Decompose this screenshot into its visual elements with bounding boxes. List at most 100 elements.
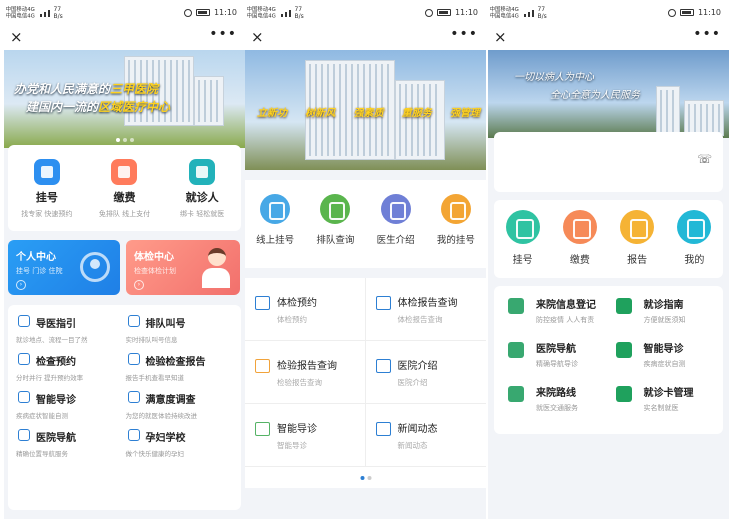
service-item[interactable]: 满意度调查为您的就医体验持续改进	[126, 387, 236, 425]
checkup-center-card[interactable]: 体检中心 检查体检计划 ›	[126, 240, 240, 295]
quick-action-item[interactable]: 缴费	[562, 210, 597, 278]
grid-item-sub: 智能导诊	[277, 441, 307, 450]
service-sub: 疾病症状智能自测	[16, 412, 68, 420]
net-speed: 77 B/s	[537, 6, 547, 20]
battery-icon	[436, 9, 451, 16]
quick-action-title: 挂号	[512, 255, 533, 266]
id-card-icon	[189, 159, 216, 185]
service-item[interactable]: 医院导航 精确位置导航服务	[16, 425, 126, 463]
service-icon	[615, 386, 632, 402]
service-icon	[615, 298, 632, 314]
status-time: 11:10	[213, 8, 237, 17]
service-title: 就诊卡管理	[643, 388, 694, 399]
quick-action-title: 缴费	[113, 191, 136, 204]
grid-item[interactable]: 检验报告查询 检验报告查询	[245, 341, 366, 404]
close-icon[interactable]: ×	[494, 28, 507, 46]
quick-action-item[interactable]: 报告	[620, 210, 655, 278]
quick-action-item[interactable]: 线上挂号	[256, 194, 294, 268]
quick-action-item[interactable]: 我的	[677, 210, 712, 278]
signal-icon	[524, 9, 535, 17]
more-icon[interactable]: •••	[209, 26, 237, 42]
service-icon	[18, 429, 30, 441]
service-item[interactable]: 来院信息登记 防控疫情 人人有责	[508, 296, 616, 340]
service-item[interactable]: 导医指引 就诊地点、流程一目了然	[16, 311, 126, 349]
grid-pager	[360, 476, 371, 480]
service-title: 来院信息登记	[536, 300, 596, 311]
more-icon[interactable]: •••	[450, 26, 478, 42]
service-icon	[18, 315, 30, 327]
more-icon[interactable]: •••	[693, 26, 721, 42]
grid-item[interactable]: 体检预约 体检预约	[245, 278, 366, 341]
service-item[interactable]: 就诊指南 方便就医须知	[615, 296, 724, 340]
banner-slogan: 树新风	[305, 108, 336, 119]
service-item[interactable]: 智能导诊 疾病症状自测	[615, 340, 724, 384]
personal-center-card[interactable]: 个人中心 挂号 门诊 住院 ›	[8, 240, 120, 295]
my-register-icon	[440, 194, 471, 224]
quick-action-payment[interactable]: 缴费 免排队 线上支付	[89, 159, 159, 231]
quick-action-register[interactable]: 挂号 找专家 快速预约	[12, 159, 82, 231]
carrier-info: 中国移动4G 中国电信4G	[5, 6, 35, 20]
hero-banner[interactable]: 一切以病人为中心 全心全意为人民服务	[488, 50, 729, 138]
quick-action-patient[interactable]: 就诊人 绑卡 轻松就医	[167, 159, 237, 231]
service-item[interactable]: 来院路线 就医交通服务	[508, 384, 616, 428]
grid-item-title: 体检预约	[277, 298, 317, 309]
service-sub: 为您的就医体验持续改进	[125, 412, 198, 420]
close-icon[interactable]: ×	[251, 28, 264, 46]
service-item[interactable]: 排队叫号实时排队叫号信息	[126, 311, 236, 349]
close-icon[interactable]: ×	[10, 28, 23, 46]
service-icon	[127, 391, 140, 403]
carrier-info: 中国移动4G 中国电信4G	[489, 6, 519, 20]
wallet-icon	[111, 159, 138, 185]
grid-item[interactable]: 体检报告查询 体检报告查询	[365, 278, 486, 341]
report-icon	[375, 422, 391, 436]
service-sub: 实时排队叫号信息	[125, 336, 178, 344]
arrow-right-icon: ›	[16, 280, 26, 290]
grid-item[interactable]: 智能导诊 智能导诊	[245, 404, 366, 467]
hero-banner[interactable]: 立新功 树新风 强素质 重服务 强管理	[245, 50, 486, 170]
banner-line-1: 一切以病人为中心	[514, 72, 594, 83]
service-item[interactable]: 检查预约 分时并行 提升预约效率	[16, 349, 126, 387]
grid-item[interactable]: 新闻动态 新闻动态	[365, 404, 486, 467]
hero-banner[interactable]: 办党和人民满意的三甲医院 建国内一流的区域医疗中心	[4, 50, 245, 148]
signal-icon	[40, 9, 51, 17]
quick-action-item[interactable]: 挂号	[505, 210, 540, 278]
nurse-illustration	[202, 248, 232, 290]
service-icon	[508, 386, 524, 402]
quick-action-item[interactable]: 医生介绍	[377, 194, 415, 268]
nav-bar: × •••	[4, 26, 245, 50]
service-item[interactable]: 检验检查报告 报告手机查看早知道	[126, 349, 236, 387]
grid-item-title: 体检报告查询	[397, 298, 458, 309]
phone-register-icon	[260, 194, 291, 224]
quick-action-item[interactable]: 我的挂号	[437, 194, 475, 268]
banner-pager	[115, 138, 134, 142]
phone-icon[interactable]: ☏	[697, 152, 712, 166]
grid-item-sub: 新闻动态	[397, 441, 428, 450]
service-icon	[127, 429, 140, 441]
service-item[interactable]: 医院导航 精确导航导诊	[508, 340, 616, 384]
status-bar: 中国移动4G 中国电信4G 77 B/s 11:10	[245, 0, 486, 26]
quick-action-title: 我的	[684, 255, 705, 266]
banner-line-2: 全心全意为人民服务	[550, 90, 640, 101]
grid-item-sub: 医院介绍	[397, 378, 428, 387]
report-icon	[375, 296, 391, 310]
service-item[interactable]: 孕妇学校 做个快乐健康的孕妇	[126, 425, 236, 463]
service-title: 满意度调查	[145, 395, 196, 406]
banner-slogan: 立新功	[257, 108, 287, 119]
screen-home-2: 中国移动4G 中国电信4G 77 B/s 11:10 × ••• 立新功 树新风 强…	[245, 0, 486, 519]
signal-icon	[281, 9, 292, 17]
quick-action-title: 医生介绍	[376, 235, 415, 246]
battery-icon	[679, 9, 694, 16]
alarm-icon	[183, 8, 192, 17]
quick-action-item[interactable]: 排队查询	[316, 194, 354, 268]
net-speed: 77 B/s	[53, 6, 63, 20]
grid-item[interactable]: 医院介绍 医院介绍	[365, 341, 486, 404]
service-item[interactable]: 就诊卡管理 实名制就医	[615, 384, 724, 428]
alarm-icon	[424, 8, 433, 17]
report-icon	[255, 359, 270, 373]
banner-slogan: 强管理	[450, 108, 480, 119]
nav-bar: × •••	[488, 26, 729, 50]
quick-action-title: 挂号	[35, 191, 58, 204]
carrier-info: 中国移动4G 中国电信4G	[246, 6, 276, 20]
service-title: 排队叫号	[145, 319, 186, 330]
service-item[interactable]: 智能导诊 疾病症状智能自测	[16, 387, 126, 425]
